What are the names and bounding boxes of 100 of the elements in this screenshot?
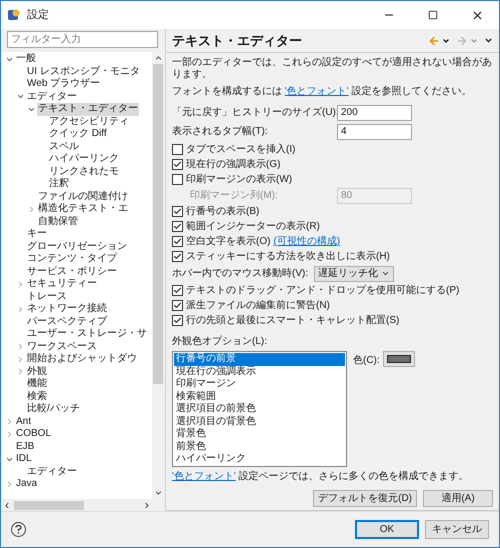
page-title: テキスト・エディター: [172, 32, 302, 50]
checkbox-label[interactable]: 範囲インジケーターの表示(R): [186, 219, 320, 234]
color-picker-button[interactable]: [382, 351, 415, 367]
ok-button[interactable]: OK: [355, 520, 419, 539]
tree-item[interactable]: 構造化テキスト・エ: [37, 203, 129, 216]
list-item[interactable]: 選択項目の前景色: [174, 403, 345, 416]
collapsed-chevron-icon[interactable]: [27, 204, 36, 214]
tree-item[interactable]: ワークスペース: [26, 340, 98, 353]
tree-item[interactable]: サービス・ポリシー: [26, 266, 118, 278]
tree-item[interactable]: トレース: [26, 290, 68, 303]
help-icon[interactable]: [11, 522, 26, 537]
field-label: 「元に戻す」ヒストリーのサイズ(U):: [172, 106, 337, 120]
list-item[interactable]: 印刷マージン: [174, 378, 345, 390]
checkbox-label[interactable]: スティッキーにする方法を吹き出しに表示(H): [186, 249, 390, 264]
checkbox[interactable]: [172, 285, 183, 296]
number-field[interactable]: 4: [337, 124, 412, 140]
checkbox[interactable]: [172, 221, 183, 232]
back-menu-icon[interactable]: [442, 36, 450, 44]
checkbox[interactable]: [172, 251, 183, 262]
cancel-button[interactable]: キャンセル: [425, 520, 489, 539]
field-label: 印刷マージン列(M):: [189, 188, 279, 203]
maximize-icon: [428, 10, 438, 20]
tree-item[interactable]: 注釈: [48, 178, 70, 190]
tree-item[interactable]: キー: [26, 228, 48, 240]
apply-button[interactable]: 適用(A): [423, 490, 493, 507]
tree-item[interactable]: ハイパーリンク: [48, 153, 120, 166]
collapsed-chevron-icon[interactable]: [5, 417, 14, 426]
tree-item[interactable]: Web ブラウザー: [26, 78, 102, 90]
list-item[interactable]: 選択項目の背景色: [174, 416, 345, 428]
checkbox[interactable]: [172, 206, 183, 217]
list-item[interactable]: ハイパーリンク: [174, 453, 345, 466]
tree-item[interactable]: リンクされたモ: [48, 166, 120, 178]
tree-item[interactable]: 検索: [26, 390, 48, 403]
hover-select[interactable]: 遅延リッチ化: [314, 266, 394, 282]
tree-item[interactable]: Ant: [15, 416, 32, 428]
filter-field[interactable]: フィルター入力: [7, 31, 158, 48]
checkbox[interactable]: [172, 300, 183, 311]
checkbox-label[interactable]: 現在行の強調表示(G): [186, 157, 280, 172]
collapsed-chevron-icon[interactable]: [16, 367, 25, 376]
tree-item[interactable]: スペル: [48, 140, 80, 153]
app-icon: [7, 8, 21, 22]
tree-item[interactable]: アクセシビリティ: [48, 116, 130, 128]
checkbox[interactable]: [172, 174, 183, 185]
checkbox-label[interactable]: 派生ファイルの編集前に警告(N): [186, 298, 330, 313]
checkbox-label[interactable]: 印刷マージンの表示(W): [186, 172, 292, 187]
select-label: ホバー内でのマウス移動時(V):: [172, 266, 308, 281]
checkbox-label[interactable]: 空白文字を表示(O): [186, 234, 270, 249]
list-item[interactable]: 行番号の前景: [174, 353, 345, 366]
tree-item[interactable]: 機能: [26, 378, 48, 390]
checkbox[interactable]: [172, 144, 183, 155]
field-label: 表示されるタブ幅(T):: [172, 124, 269, 139]
tree-item[interactable]: ネットワーク接続: [26, 303, 108, 316]
list-item[interactable]: 検索範囲: [174, 390, 345, 403]
number-field[interactable]: 200: [337, 104, 412, 120]
checkbox-label[interactable]: テキストのドラッグ・アンド・ドロップを使用可能にする(P): [186, 283, 460, 298]
collapsed-chevron-icon[interactable]: [5, 480, 14, 489]
checkbox[interactable]: [172, 315, 183, 326]
checkbox[interactable]: [172, 236, 183, 247]
tree-item[interactable]: 比較/パッチ: [26, 403, 81, 416]
appearance-label: 外観色オプション(L):: [172, 336, 268, 348]
collapsed-chevron-icon[interactable]: [16, 354, 25, 364]
view-menu-icon[interactable]: [484, 36, 493, 45]
tree-item[interactable]: COBOL: [15, 428, 52, 440]
checkbox[interactable]: [172, 159, 183, 170]
color-label: 色(C):: [353, 354, 380, 368]
color-options-list[interactable]: 行番号の前景 現在行の強調表示 印刷マージン 検索範囲 選択項目の前景色 選択項目の背景色 背景色 前景色 ハイパーリンク: [172, 351, 347, 467]
collapsed-chevron-icon[interactable]: [16, 342, 25, 352]
tree-item[interactable]: セキュリティー: [26, 278, 98, 290]
tree-item[interactable]: エディター: [26, 466, 78, 478]
tree-item[interactable]: UI レスポンシブ・モニタ: [26, 66, 141, 78]
tree-item[interactable]: ファイルの関連付け: [37, 190, 129, 203]
tree-item[interactable]: 外観: [26, 366, 48, 378]
tree-item[interactable]: エディター: [26, 90, 78, 103]
tree-item[interactable]: 開始およびシャットダウ: [26, 353, 138, 366]
list-item[interactable]: 背景色: [174, 428, 345, 440]
collapsed-chevron-icon[interactable]: [16, 280, 25, 289]
collapsed-chevron-icon[interactable]: [16, 304, 25, 314]
tree-item[interactable]: 一般: [15, 53, 37, 66]
list-item[interactable]: 前景色: [174, 440, 345, 453]
tree-item[interactable]: パースペクティブ: [26, 316, 108, 328]
tree-item[interactable]: EJB: [15, 440, 36, 453]
tree-item[interactable]: テキスト・エディター: [37, 103, 139, 116]
close-icon: [470, 8, 484, 22]
checkbox-label[interactable]: 行の先頭と最後にスマート・キャレット配置(S): [186, 313, 400, 328]
restore-defaults-button[interactable]: デフォルトを復元(D): [313, 490, 417, 507]
collapsed-chevron-icon[interactable]: [5, 430, 14, 439]
visibility-config-link[interactable]: (可視性の構成): [273, 234, 340, 249]
tree-item[interactable]: ユーザー・ストレージ・サ: [26, 328, 148, 340]
colors-and-fonts-link[interactable]: '色とフォント': [172, 471, 236, 482]
checkbox-label[interactable]: 行番号の表示(B): [186, 204, 260, 219]
info-text: 一部のエディターでは、これらの設定のすべてが適用されない場合があります。: [172, 57, 493, 81]
checkbox-label[interactable]: タブでスペースを挿入(I): [186, 142, 296, 157]
tree-item[interactable]: 自動保管: [37, 216, 79, 228]
tree-item[interactable]: IDL: [15, 453, 33, 466]
list-item[interactable]: 現在行の強調表示: [174, 366, 345, 378]
tree-item[interactable]: グローバリゼーション: [26, 240, 128, 253]
tree-item[interactable]: クイック Diff: [48, 128, 108, 140]
tree-item[interactable]: Java: [15, 478, 38, 490]
tree-item[interactable]: コンテンツ・タイプ: [26, 253, 118, 266]
colors-and-fonts-link[interactable]: '色とフォント': [284, 86, 349, 97]
